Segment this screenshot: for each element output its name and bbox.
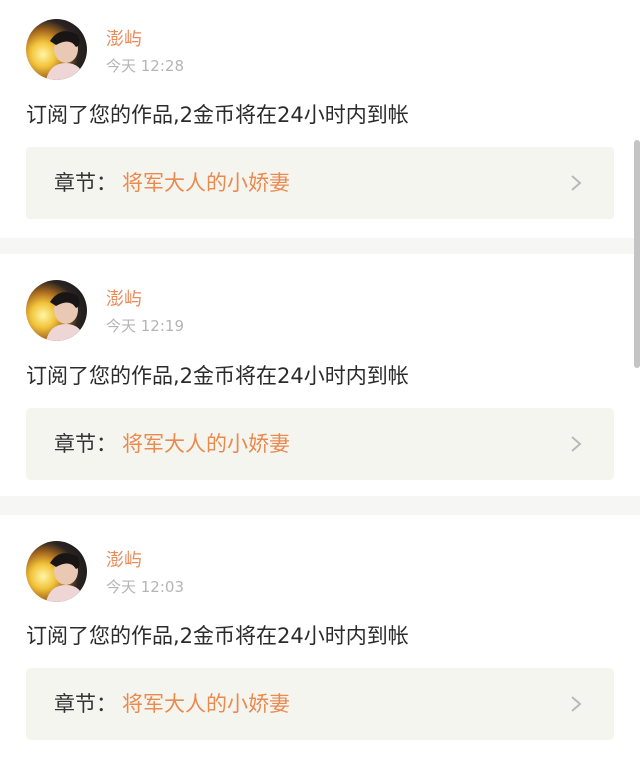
notification-message: 订阅了您的作品,2金币将在24小时内到帐	[26, 364, 409, 388]
chapter-title: 将军大人的小娇妻	[122, 432, 290, 456]
chapter-link[interactable]: 章节： 将军大人的小娇妻	[26, 408, 614, 480]
chapter-link[interactable]: 章节： 将军大人的小娇妻	[26, 668, 614, 740]
notification-feed: 澎屿 今天 12:28 订阅了您的作品,2金币将在24小时内到帐 章节： 将军大…	[0, 0, 640, 761]
timestamp: 今天 12:03	[106, 578, 184, 596]
username[interactable]: 澎屿	[106, 29, 142, 51]
chapter-link[interactable]: 章节： 将军大人的小娇妻	[26, 147, 614, 219]
user-avatar[interactable]	[26, 541, 87, 602]
notification-message: 订阅了您的作品,2金币将在24小时内到帐	[26, 103, 409, 127]
timestamp: 今天 12:19	[106, 317, 184, 335]
notification-card: 澎屿 今天 12:03 订阅了您的作品,2金币将在24小时内到帐 章节： 将军大…	[0, 515, 640, 761]
user-avatar[interactable]	[26, 19, 87, 80]
notification-message: 订阅了您的作品,2金币将在24小时内到帐	[26, 624, 409, 648]
chevron-right-icon	[571, 175, 582, 191]
chevron-right-icon	[571, 696, 582, 712]
notification-card: 澎屿 今天 12:19 订阅了您的作品,2金币将在24小时内到帐 章节： 将军大…	[0, 254, 640, 496]
chapter-label: 章节：	[54, 171, 117, 195]
chapter-title: 将军大人的小娇妻	[122, 692, 290, 716]
timestamp: 今天 12:28	[106, 57, 184, 75]
avatar-portrait-icon	[46, 553, 84, 602]
chapter-label: 章节：	[54, 432, 117, 456]
user-avatar[interactable]	[26, 280, 87, 341]
username[interactable]: 澎屿	[106, 289, 142, 311]
avatar-portrait-icon	[46, 31, 84, 80]
chapter-title: 将军大人的小娇妻	[122, 171, 290, 195]
chapter-label: 章节：	[54, 692, 117, 716]
username[interactable]: 澎屿	[106, 550, 142, 572]
notification-card: 澎屿 今天 12:28 订阅了您的作品,2金币将在24小时内到帐 章节： 将军大…	[0, 0, 640, 238]
avatar-portrait-icon	[46, 292, 84, 341]
scrollbar[interactable]	[634, 140, 640, 368]
chevron-right-icon	[571, 436, 582, 452]
